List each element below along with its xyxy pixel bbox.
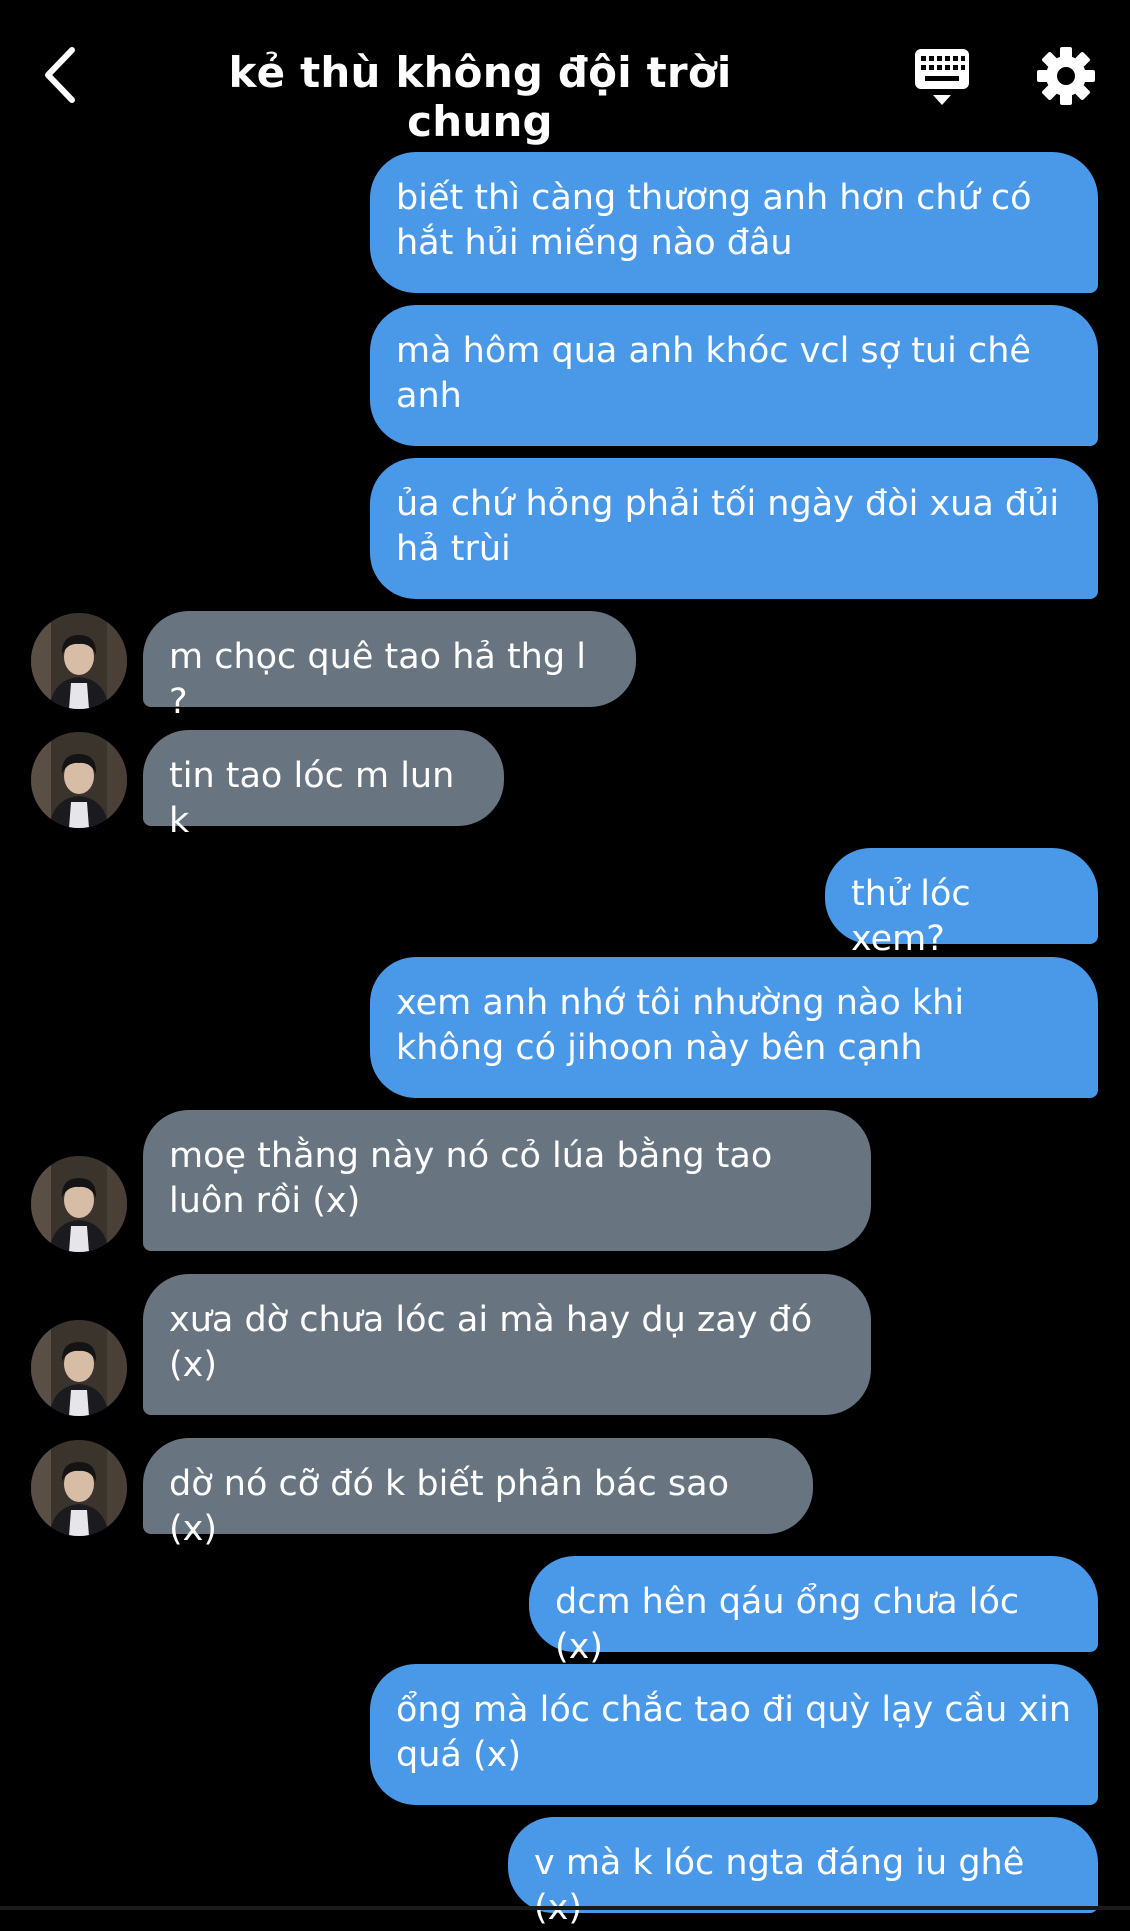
- gear-icon: [1037, 47, 1095, 105]
- message-text: xưa dờ chưa lóc ai mà hay dụ zay đó (x): [169, 1300, 813, 1385]
- avatar-image: [31, 613, 127, 709]
- message-text: mà hôm qua anh khóc vcl sợ tui chê anh: [396, 331, 1031, 416]
- keyboard-icon: [915, 49, 969, 105]
- incoming-message-bubble[interactable]: moẹ thằng này nó cỏ lúa bằng tao luôn rồ…: [143, 1110, 871, 1251]
- avatar[interactable]: [31, 613, 127, 709]
- message-text: ổng mà lóc chắc tao đi quỳ lạy cầu xin q…: [396, 1690, 1071, 1775]
- outgoing-message-bubble[interactable]: ổng mà lóc chắc tao đi quỳ lạy cầu xin q…: [370, 1664, 1098, 1805]
- incoming-message-bubble[interactable]: xưa dờ chưa lóc ai mà hay dụ zay đó (x): [143, 1274, 871, 1415]
- avatar[interactable]: [31, 1440, 127, 1536]
- incoming-message-bubble[interactable]: dờ nó cỡ đó k biết phản bác sao (x): [143, 1438, 813, 1549]
- outgoing-message-bubble[interactable]: ủa chứ hỏng phải tối ngày đòi xua đủi hả…: [370, 458, 1098, 599]
- message-text: xem anh nhớ tôi nhường nào khi không có …: [396, 983, 965, 1068]
- incoming-message-bubble[interactable]: m chọc quê tao hả thg l ?: [143, 611, 636, 722]
- message-text: v mà k lóc ngta đáng iu ghê (x): [534, 1843, 1025, 1928]
- keyboard-button[interactable]: [905, 45, 975, 110]
- outgoing-message-bubble[interactable]: mà hôm qua anh khóc vcl sợ tui chê anh: [370, 305, 1098, 446]
- message-text: tin tao lóc m lun k: [169, 756, 455, 841]
- message-text: biết thì càng thương anh hơn chứ có hắt …: [396, 178, 1032, 263]
- outgoing-message-bubble[interactable]: dcm hên qáu ổng chưa lóc (x): [529, 1556, 1098, 1667]
- message-text: dcm hên qáu ổng chưa lóc (x): [555, 1582, 1020, 1667]
- avatar-image: [31, 1320, 127, 1416]
- settings-button[interactable]: [1035, 45, 1097, 107]
- message-text: moẹ thằng này nó cỏ lúa bằng tao luôn rồ…: [169, 1136, 773, 1221]
- avatar[interactable]: [31, 732, 127, 828]
- incoming-message-bubble[interactable]: tin tao lóc m lun k: [143, 730, 504, 841]
- outgoing-message-bubble[interactable]: v mà k lóc ngta đáng iu ghê (x): [508, 1817, 1098, 1928]
- avatar-image: [31, 1440, 127, 1536]
- chat-header: kẻ thù không đội trời chung: [0, 0, 1130, 150]
- bottom-divider: [0, 1906, 1130, 1910]
- chevron-left-icon: [45, 47, 75, 103]
- back-button[interactable]: [30, 40, 90, 110]
- message-text: m chọc quê tao hả thg l ?: [169, 637, 586, 722]
- message-text: ủa chứ hỏng phải tối ngày đòi xua đủi hả…: [396, 484, 1060, 569]
- outgoing-message-bubble[interactable]: biết thì càng thương anh hơn chứ có hắt …: [370, 152, 1098, 293]
- message-text: dờ nó cỡ đó k biết phản bác sao (x): [169, 1464, 730, 1549]
- outgoing-message-bubble[interactable]: thử lóc xem?: [825, 848, 1098, 959]
- avatar-image: [31, 732, 127, 828]
- avatar-image: [31, 1156, 127, 1252]
- outgoing-message-bubble[interactable]: xem anh nhớ tôi nhường nào khi không có …: [370, 957, 1098, 1098]
- avatar[interactable]: [31, 1320, 127, 1416]
- avatar[interactable]: [31, 1156, 127, 1252]
- message-text: thử lóc xem?: [851, 874, 971, 959]
- chat-title: kẻ thù không đội trời chung: [228, 48, 732, 146]
